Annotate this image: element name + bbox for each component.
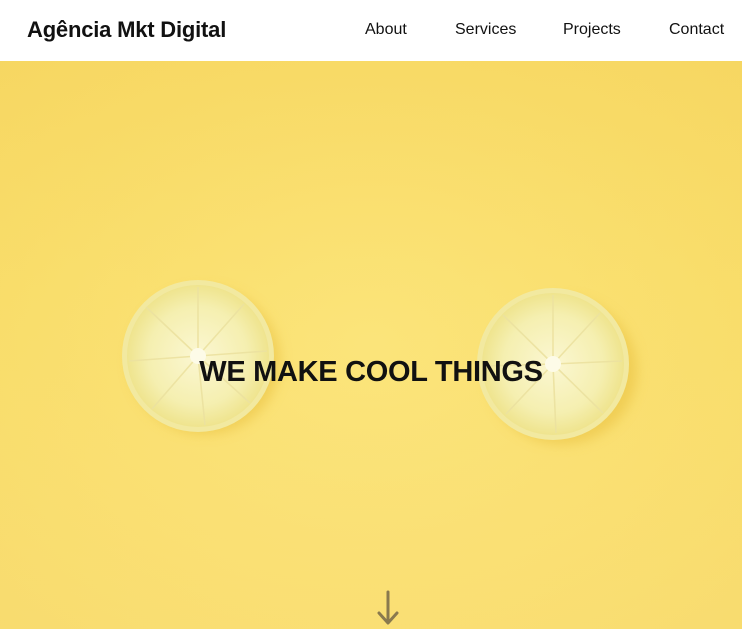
nav-link-projects[interactable]: Projects: [563, 21, 621, 39]
hero-title: WE MAKE COOL THINGS: [199, 356, 543, 389]
nav-link-about[interactable]: About: [365, 21, 407, 39]
nav-links: About Services Projects Contact: [0, 21, 742, 41]
lemon-slices-image: [122, 280, 637, 444]
navbar: Agência Mkt Digital About Services Proje…: [0, 0, 742, 61]
nav-link-services[interactable]: Services: [455, 21, 516, 39]
hero-section: WE MAKE COOL THINGS: [0, 61, 742, 629]
nav-link-contact[interactable]: Contact: [669, 21, 724, 39]
arrow-down-icon[interactable]: [375, 590, 401, 626]
